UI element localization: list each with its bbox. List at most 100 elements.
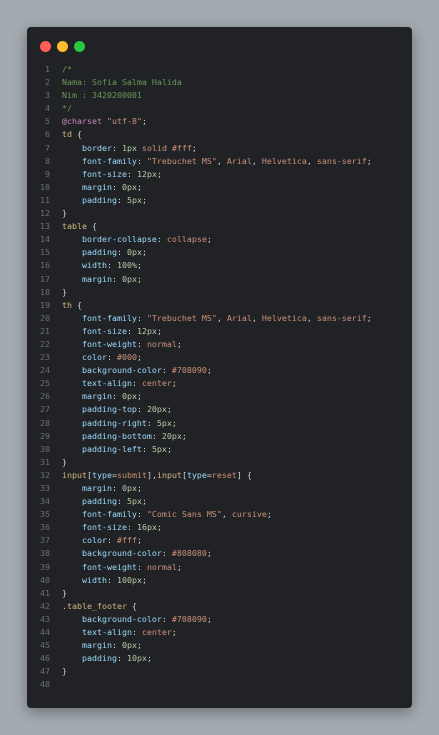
code-token: } xyxy=(62,208,67,219)
code-line: 17 margin: 0px; xyxy=(27,273,412,286)
line-content: padding: 5px; xyxy=(50,495,147,508)
code-token: : xyxy=(146,417,157,428)
code-token: padding xyxy=(81,194,117,205)
line-content: padding: 0px; xyxy=(50,246,147,259)
line-number: 17 xyxy=(40,273,50,284)
line-number: 33 xyxy=(40,483,50,493)
code-token: ; xyxy=(206,365,212,376)
close-dot-icon[interactable] xyxy=(40,41,51,52)
code-token: : xyxy=(106,535,117,546)
code-token: padding-right xyxy=(81,417,147,428)
line-content: font-weight: normal; xyxy=(50,338,182,351)
line-content: width: 100%; xyxy=(50,259,142,272)
code-token: Helvetica xyxy=(261,312,307,323)
code-token: : xyxy=(136,338,147,349)
line-content: @charset "utf-8"; xyxy=(50,115,147,128)
code-token: background-color xyxy=(81,365,162,376)
code-line: 34 padding: 5px; xyxy=(27,495,412,508)
line-content: background-color: #708090; xyxy=(50,364,212,377)
code-token: , xyxy=(306,155,317,166)
code-line: 22 font-weight: normal; xyxy=(27,338,412,351)
code-window: 1 /* 2 Nama: Sofia Salma Halida 3 Nim : 34202… xyxy=(27,27,412,708)
code-token: : xyxy=(106,260,117,271)
code-token: , xyxy=(251,155,262,166)
code-token: text-align xyxy=(81,378,132,389)
line-number: 24 xyxy=(40,365,50,376)
line-content: padding-top: 20px; xyxy=(50,403,172,416)
code-token: color xyxy=(81,352,107,363)
code-token: "Comic Sans MS" xyxy=(146,509,222,520)
line-content: text-align: center; xyxy=(50,377,177,390)
code-token: ; xyxy=(136,181,142,192)
minimize-dot-icon[interactable] xyxy=(57,41,68,52)
code-token: ; xyxy=(206,613,212,624)
line-number: 42 xyxy=(40,600,50,611)
line-content: td { xyxy=(50,128,82,141)
line-content: color: #fff; xyxy=(50,534,142,547)
line-content: padding: 5px; xyxy=(50,194,147,207)
code-token: : xyxy=(136,404,147,415)
code-token: ; xyxy=(171,627,177,638)
code-token: , xyxy=(216,155,227,166)
code-token: : xyxy=(126,522,137,533)
code-line: 14 border-collapse: collapse; xyxy=(27,233,412,246)
code-token: td xyxy=(62,129,72,140)
code-token: font-size xyxy=(81,325,127,336)
code-line: 47} xyxy=(27,665,412,678)
zoom-dot-icon[interactable] xyxy=(74,41,85,52)
code-line: 8 font-family: "Trebuchet MS", Arial, He… xyxy=(27,155,412,168)
code-line: 35 font-family: "Comic Sans MS", cursive… xyxy=(27,508,412,521)
line-content: border: 1px solid #fff; xyxy=(50,142,197,155)
code-token: ; xyxy=(166,443,172,454)
code-token: : xyxy=(111,142,122,153)
code-line: 24 background-color: #708090; xyxy=(27,364,412,377)
code-line: 28 padding-right: 5px; xyxy=(27,417,412,430)
line-content: Nim : 3420200001 xyxy=(50,89,142,102)
line-content: border-collapse: collapse; xyxy=(50,233,212,246)
code-token: 0px xyxy=(121,181,137,192)
code-token: 10px xyxy=(126,653,147,664)
line-number: 41 xyxy=(40,587,50,598)
code-token: } xyxy=(62,666,67,677)
code-token: ; xyxy=(206,548,212,559)
code-token: border-collapse xyxy=(81,234,157,245)
code-token: : xyxy=(136,312,147,323)
code-token: padding-top xyxy=(81,404,137,415)
code-token: Nim : 3420200001 xyxy=(62,90,142,101)
code-token: ; xyxy=(136,260,142,271)
code-token: : xyxy=(161,548,172,559)
line-number: 27 xyxy=(40,404,50,415)
code-token: ; xyxy=(141,194,147,205)
line-content: margin: 0px; xyxy=(50,181,142,194)
code-token: font-family xyxy=(81,155,137,166)
code-token: : xyxy=(106,352,117,363)
code-token: 20px xyxy=(146,404,167,415)
code-line: 29 padding-bottom: 20px; xyxy=(27,430,412,443)
code-token: #808080 xyxy=(171,548,207,559)
code-line: 3 Nim : 3420200001 xyxy=(27,89,412,102)
line-number: 29 xyxy=(40,430,50,441)
code-token: , xyxy=(306,312,317,323)
line-number: 8 xyxy=(45,155,50,166)
code-token: ; xyxy=(141,116,147,127)
code-token: ], xyxy=(146,469,157,480)
code-editor[interactable]: 1 /* 2 Nama: Sofia Salma Halida 3 Nim : 34202… xyxy=(27,63,412,692)
code-line: 46 padding: 10px; xyxy=(27,652,412,665)
code-token: : xyxy=(161,613,172,624)
code-token: 5px xyxy=(126,194,142,205)
line-number: 22 xyxy=(40,338,50,349)
code-token: 5px xyxy=(151,443,167,454)
code-token: @charset xyxy=(62,116,102,127)
code-token: : xyxy=(131,378,142,389)
code-token: ; xyxy=(141,496,147,507)
code-token: submit xyxy=(116,469,147,480)
line-number: 45 xyxy=(40,640,50,651)
